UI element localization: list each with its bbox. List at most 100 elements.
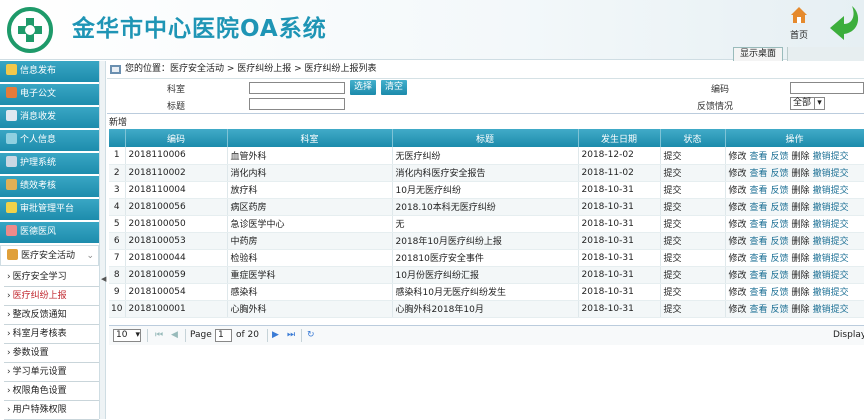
view-link[interactable]: 查看 bbox=[750, 203, 768, 213]
submenu-item-safety-study[interactable]: › 医疗安全学习 bbox=[4, 268, 99, 287]
view-link[interactable]: 查看 bbox=[750, 288, 768, 298]
view-link[interactable]: 查看 bbox=[750, 271, 768, 281]
revoke-link[interactable]: 撤销提交 bbox=[813, 186, 849, 196]
col-header-dept[interactable]: 科室 bbox=[227, 129, 393, 147]
collapse-arrow-icon[interactable]: ◀ bbox=[101, 275, 106, 283]
submenu-item-parameters[interactable]: › 参数设置 bbox=[4, 344, 99, 363]
revoke-link[interactable]: 撤销提交 bbox=[813, 305, 849, 315]
feedback-link[interactable]: 反馈 bbox=[771, 186, 789, 196]
show-desktop-tab[interactable]: 显示桌面 bbox=[733, 47, 783, 61]
revoke-link[interactable]: 撤销提交 bbox=[813, 220, 849, 230]
feedback-link[interactable]: 反馈 bbox=[771, 237, 789, 247]
feedback-select[interactable]: 全部 ▾ bbox=[790, 97, 825, 110]
delete-link[interactable]: 删除 bbox=[792, 305, 810, 315]
delete-link[interactable]: 删除 bbox=[792, 237, 810, 247]
sidebar-item-personal[interactable]: 个人信息 bbox=[0, 130, 99, 151]
edit-link[interactable]: 修改 bbox=[729, 203, 747, 213]
submenu-item-monthly-assessment[interactable]: › 科室月考核表 bbox=[4, 325, 99, 344]
feedback-link[interactable]: 反馈 bbox=[771, 271, 789, 281]
delete-link[interactable]: 删除 bbox=[792, 220, 810, 230]
sidebar-item-nursing[interactable]: 护理系统 bbox=[0, 153, 99, 174]
code-input[interactable] bbox=[790, 82, 864, 94]
view-link[interactable]: 查看 bbox=[750, 305, 768, 315]
clear-button[interactable]: 清空 bbox=[381, 80, 408, 95]
home-button[interactable]: 首页 bbox=[782, 6, 816, 42]
sidebar-item-ethics[interactable]: 医德医风 bbox=[0, 222, 99, 243]
sidebar-item-documents[interactable]: 电子公文 bbox=[0, 84, 99, 105]
feedback-link[interactable]: 反馈 bbox=[771, 305, 789, 315]
first-page-icon[interactable]: ⏮ bbox=[155, 330, 163, 340]
submenu-item-dispute-report[interactable]: › 医疗纠纷上报 bbox=[4, 287, 99, 306]
refresh-icon[interactable]: ↻ bbox=[307, 330, 315, 340]
table-row[interactable]: 3 2018110004 放疗科 10月无医疗纠纷 2018-10-31 提交 修改 查看 反馈… bbox=[109, 181, 864, 199]
delete-link[interactable]: 删除 bbox=[792, 169, 810, 179]
sidebar-item-medical-safety[interactable]: 医疗安全活动 ⌄ bbox=[0, 245, 99, 266]
col-header-status[interactable]: 状态 bbox=[660, 129, 726, 147]
edit-link[interactable]: 修改 bbox=[729, 169, 747, 179]
delete-link[interactable]: 删除 bbox=[792, 203, 810, 213]
select-button[interactable]: 选择 bbox=[350, 80, 377, 95]
edit-link[interactable]: 修改 bbox=[729, 271, 747, 281]
revoke-link[interactable]: 撤销提交 bbox=[813, 254, 849, 264]
revoke-link[interactable]: 撤销提交 bbox=[813, 203, 849, 213]
table-row[interactable]: 2 2018110002 消化内科 消化内科医疗安全报告 2018-11-02 提交 修改查… bbox=[109, 164, 864, 182]
submenu-item-user-permissions[interactable]: › 用户特殊权限 bbox=[4, 401, 99, 420]
table-row[interactable]: 1 2018110006 血管外科 无医疗纠纷 2018-12-02 提交 修改 查看 反馈 删除… bbox=[109, 147, 864, 165]
delete-link[interactable]: 删除 bbox=[792, 288, 810, 298]
dept-input[interactable] bbox=[249, 82, 345, 94]
next-page-icon[interactable]: ▶ bbox=[272, 330, 279, 340]
revoke-link[interactable]: 撤销提交 bbox=[813, 288, 849, 298]
col-header-title[interactable]: 标题 bbox=[392, 129, 579, 147]
table-row[interactable]: 10 2018100001 心胸外科 心胸外科2018年10月 2018-10-31 提交… bbox=[109, 300, 864, 318]
edit-link[interactable]: 修改 bbox=[729, 152, 747, 162]
feedback-link[interactable]: 反馈 bbox=[771, 203, 789, 213]
feedback-link[interactable]: 反馈 bbox=[771, 220, 789, 230]
page-size-select[interactable]: 10 ▾ bbox=[113, 329, 141, 342]
view-link[interactable]: 查看 bbox=[750, 186, 768, 196]
sidebar-item-messages[interactable]: 消息收发 bbox=[0, 107, 99, 128]
feedback-link[interactable]: 反馈 bbox=[771, 254, 789, 264]
view-link[interactable]: 查看 bbox=[750, 169, 768, 179]
delete-link[interactable]: 删除 bbox=[792, 271, 810, 281]
prev-page-icon[interactable]: ◀ bbox=[171, 330, 178, 340]
sidebar-item-approval[interactable]: 审批管理平台 bbox=[0, 199, 99, 220]
last-page-icon[interactable]: ⏭ bbox=[287, 330, 295, 340]
revoke-link[interactable]: 撤销提交 bbox=[813, 271, 849, 281]
edit-link[interactable]: 修改 bbox=[729, 237, 747, 247]
table-row[interactable]: 7 2018100044 检验科 201810医疗安全事件 2018-10-31 提交 修改… bbox=[109, 249, 864, 267]
table-row[interactable]: 4 2018100056 病区药房 2018.10本科无医疗纠纷 2018-10-31 提… bbox=[109, 198, 864, 216]
submenu-item-role-permissions[interactable]: › 权限角色设置 bbox=[4, 382, 99, 401]
edit-link[interactable]: 修改 bbox=[729, 186, 747, 196]
view-link[interactable]: 查看 bbox=[750, 237, 768, 247]
table-row[interactable]: 8 2018100059 重症医学科 10月份医疗纠纷汇报 2018-10-31 提交 修改… bbox=[109, 266, 864, 284]
edit-link[interactable]: 修改 bbox=[729, 288, 747, 298]
page-input[interactable]: 1 bbox=[215, 329, 232, 342]
sidebar-item-performance[interactable]: 绩效考核 bbox=[0, 176, 99, 197]
edit-link[interactable]: 修改 bbox=[729, 254, 747, 264]
view-link[interactable]: 查看 bbox=[750, 254, 768, 264]
view-link[interactable]: 查看 bbox=[750, 152, 768, 162]
sidebar-item-news[interactable]: 信息发布 bbox=[0, 61, 99, 82]
revoke-link[interactable]: 撤销提交 bbox=[813, 169, 849, 179]
edit-link[interactable]: 修改 bbox=[729, 220, 747, 230]
feedback-link[interactable]: 反馈 bbox=[771, 288, 789, 298]
table-row[interactable]: 5 2018100050 急诊医学中心无 2018-10-31 提交 修改 查看 反馈 删除 撤销… bbox=[109, 215, 864, 233]
view-link[interactable]: 查看 bbox=[750, 220, 768, 230]
submenu-item-rectify-notice[interactable]: › 整改反馈通知 bbox=[4, 306, 99, 325]
feedback-link[interactable]: 反馈 bbox=[771, 169, 789, 179]
revoke-link[interactable]: 撤销提交 bbox=[813, 152, 849, 162]
title-input[interactable] bbox=[249, 98, 345, 110]
sidebar-splitter[interactable]: ◀ bbox=[99, 61, 106, 419]
submenu-item-study-units[interactable]: › 学习单元设置 bbox=[4, 363, 99, 382]
add-button[interactable]: 新增 bbox=[109, 115, 127, 128]
delete-link[interactable]: 删除 bbox=[792, 186, 810, 196]
feedback-link[interactable]: 反馈 bbox=[771, 152, 789, 162]
delete-link[interactable]: 删除 bbox=[792, 152, 810, 162]
delete-link[interactable]: 删除 bbox=[792, 254, 810, 264]
table-row[interactable]: 6 2018100053 中药房 2018年10月医疗纠纷上报 2018-10-31 提交… bbox=[109, 232, 864, 250]
edit-link[interactable]: 修改 bbox=[729, 305, 747, 315]
col-header-date[interactable]: 发生日期 bbox=[578, 129, 661, 147]
col-header-code[interactable]: 编码 bbox=[125, 129, 228, 147]
table-row[interactable]: 9 2018100054 感染科 感染科10月无医疗纠纷发生 2018-10-31 提交修… bbox=[109, 283, 864, 301]
revoke-link[interactable]: 撤销提交 bbox=[813, 237, 849, 247]
